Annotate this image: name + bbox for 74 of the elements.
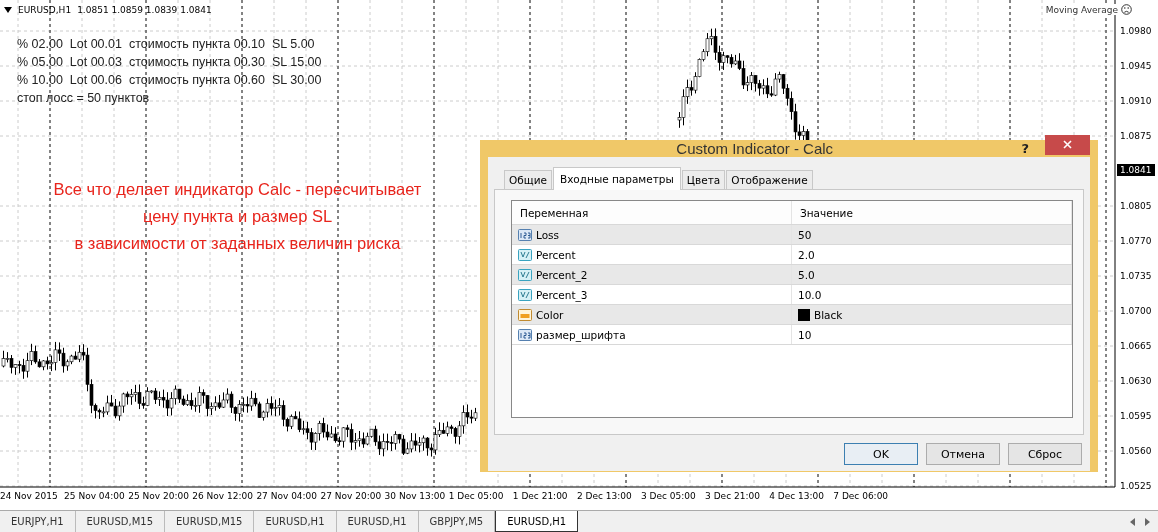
parameter-value[interactable]: 50 — [798, 228, 812, 241]
time-label: 25 Nov 04:00 — [64, 491, 125, 501]
info-line: % 10.00 Lot 00.06 стоимость пункта 00.60 SL 30.00 — [17, 73, 322, 87]
parameter-value[interactable]: 5.0 — [798, 268, 815, 281]
dialog-button[interactable]: Отмена — [926, 443, 1000, 465]
close-icon — [1063, 140, 1072, 149]
parameter-name: Loss — [536, 228, 560, 241]
time-label: 25 Nov 20:00 — [128, 491, 189, 501]
dialog-button[interactable]: OK — [844, 443, 918, 465]
price-label: 1.0770 — [1120, 236, 1152, 246]
parameter-name: Percent_2 — [536, 268, 588, 281]
dialog-tab[interactable]: Отображение — [726, 170, 813, 189]
time-label: 3 Dec 05:00 — [641, 491, 696, 501]
price-label: 1.0980 — [1120, 26, 1152, 36]
parameter-name: Percent_3 — [536, 288, 588, 301]
price-label: 1.0525 — [1120, 481, 1152, 491]
time-label: 7 Dec 06:00 — [833, 491, 889, 501]
fraction-type-icon — [518, 287, 532, 302]
time-label: 1 Dec 21:00 — [512, 491, 568, 501]
price-label: 1.0630 — [1120, 376, 1152, 386]
time-label: 3 Dec 21:00 — [705, 491, 760, 501]
price-label: 1.0560 — [1120, 446, 1152, 456]
parameter-name: Percent — [536, 248, 576, 261]
parameter-name: размер_шрифта — [536, 328, 626, 341]
time-label: 30 Nov 13:00 — [384, 491, 446, 501]
parameter-value[interactable]: 10 — [798, 328, 812, 341]
time-label: 24 Nov 2015 — [0, 491, 58, 501]
time-label: 26 Nov 12:00 — [192, 491, 253, 501]
time-label: 27 Nov 20:00 — [320, 491, 382, 501]
time-label: 27 Nov 04:00 — [256, 491, 318, 501]
ohlc-values: 1.0851 1.0859 1.0839 1.0841 — [77, 5, 212, 15]
time-label: 1 Dec 05:00 — [448, 491, 504, 501]
indicator-label: Moving Average — [1045, 4, 1118, 15]
price-label: 1.0735 — [1120, 271, 1152, 281]
dialog-title: Custom Indicator - Calc — [675, 140, 835, 157]
parameter-name: Color — [536, 308, 564, 321]
column-header: Переменная — [512, 201, 792, 224]
info-line: стоп лосс = 50 пунктов — [17, 91, 151, 105]
dialog-tab[interactable]: Цвета — [681, 170, 726, 189]
chart-tab[interactable]: EURUSD,H1 — [495, 511, 579, 532]
annotation-text: Все что делает индикатор Calc - пересчитывает — [53, 180, 422, 199]
annotation-text: в зависимости от заданных величин риска — [74, 234, 401, 253]
fraction-type-icon — [518, 247, 532, 262]
dropdown-arrow-icon — [4, 7, 12, 13]
price-label: 1.0595 — [1120, 411, 1152, 421]
annotation-text: цену пункта и размер SL — [142, 207, 333, 226]
price-label: 1.0945 — [1120, 61, 1152, 71]
price-label: 1.0700 — [1120, 306, 1152, 316]
dialog-button[interactable]: Сброс — [1008, 443, 1082, 465]
parameter-value[interactable]: Black — [814, 308, 843, 321]
chart-symbol: EURUSD,H1 — [18, 5, 72, 15]
close-button[interactable] — [1045, 134, 1090, 155]
dialog-tab[interactable]: Общие — [504, 170, 552, 189]
dialog-tab[interactable]: Входные параметры — [552, 167, 681, 190]
time-label: 2 Dec 13:00 — [576, 491, 632, 501]
info-line: % 02.00 Lot 00.01 стоимость пункта 00.10 SL 5.00 — [17, 37, 316, 51]
help-button[interactable]: ? — [1021, 141, 1029, 156]
price-label: 1.0910 — [1120, 96, 1152, 106]
integer-type-icon — [518, 327, 532, 342]
integer-type-icon — [518, 227, 532, 242]
time-label: 4 Dec 13:00 — [769, 491, 824, 501]
info-line: % 05.00 Lot 00.03 стоимость пункта 00.30 SL 15.00 — [17, 55, 322, 69]
price-label: 1.0875 — [1120, 131, 1152, 141]
color-type-icon — [518, 307, 532, 322]
price-label: 1.0665 — [1120, 341, 1152, 351]
fraction-type-icon — [518, 267, 532, 282]
column-header: Значение — [792, 201, 1072, 224]
parameter-value[interactable]: 2.0 — [798, 248, 815, 261]
sad-face-icon — [1121, 4, 1132, 15]
current-price-label: 1.0841 — [1117, 164, 1155, 176]
parameter-value[interactable]: 10.0 — [798, 288, 822, 301]
price-label: 1.0805 — [1120, 201, 1152, 211]
scroll-left-icon — [1130, 517, 1135, 526]
scroll-right-icon — [1145, 517, 1150, 526]
